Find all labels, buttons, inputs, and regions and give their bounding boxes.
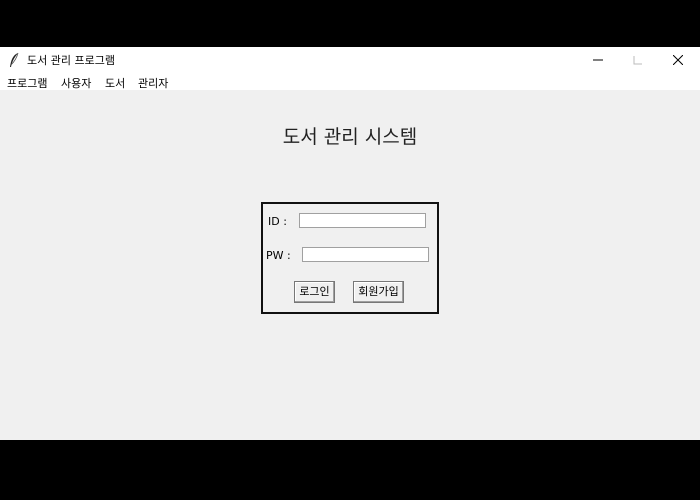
menu-admin[interactable]: 관리자 — [138, 75, 168, 91]
feather-icon — [8, 52, 20, 68]
close-button[interactable] — [658, 47, 698, 73]
app-window: 도서 관리 프로그램 프로그램 사용자 도서 관리자 도서 관리 시스템 ID … — [0, 47, 700, 440]
menu-bar: 프로그램 사용자 도서 관리자 — [0, 73, 700, 90]
menu-program[interactable]: 프로그램 — [7, 75, 47, 91]
login-button[interactable]: 로그인 — [294, 281, 335, 303]
maximize-button[interactable] — [618, 47, 658, 73]
id-input[interactable] — [299, 213, 426, 228]
signup-button[interactable]: 회원가입 — [353, 281, 404, 303]
menu-book[interactable]: 도서 — [105, 75, 125, 91]
pw-input[interactable] — [302, 247, 429, 262]
pw-label: PW : — [266, 249, 291, 262]
login-panel: ID : PW : 로그인 회원가입 — [261, 202, 439, 314]
minimize-icon — [593, 59, 603, 61]
window-title: 도서 관리 프로그램 — [27, 54, 115, 67]
maximize-icon — [633, 56, 642, 65]
minimize-button[interactable] — [578, 47, 618, 73]
close-icon — [673, 55, 683, 65]
page-title: 도서 관리 시스템 — [282, 126, 418, 148]
title-bar[interactable]: 도서 관리 프로그램 — [0, 47, 700, 73]
menu-user[interactable]: 사용자 — [61, 75, 91, 91]
id-label: ID : — [268, 215, 287, 228]
